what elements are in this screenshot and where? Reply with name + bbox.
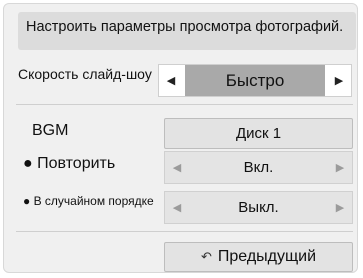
left-arrow-icon[interactable]: ◀ — [165, 152, 189, 183]
panel-title: Настроить параметры просмотра фотографий… — [26, 19, 344, 35]
slideshow-speed-value: Быстро — [185, 65, 325, 96]
shuffle-label: ● В случайном порядке — [23, 194, 154, 208]
bgm-label: BGM — [32, 122, 69, 139]
bgm-disk-button[interactable]: Диск 1 — [164, 118, 353, 149]
photo-settings-panel: Настроить параметры просмотра фотографий… — [3, 3, 358, 273]
right-arrow-icon[interactable]: ▶ — [328, 152, 352, 183]
shuffle-value: Выкл. — [238, 199, 279, 216]
left-arrow-icon[interactable]: ◀ — [159, 65, 183, 96]
repeat-label: ● Повторить — [23, 155, 116, 172]
repeat-selector[interactable]: ◀ Вкл. ▶ — [164, 151, 353, 184]
shuffle-selector[interactable]: ◀ Выкл. ▶ — [164, 191, 353, 224]
right-arrow-icon[interactable]: ▶ — [327, 65, 351, 96]
divider — [16, 231, 353, 232]
previous-button[interactable]: ↶ Предыдущий — [164, 242, 353, 272]
slideshow-speed-selector[interactable]: ◀ Быстро ▶ — [158, 64, 352, 97]
left-arrow-icon[interactable]: ◀ — [165, 192, 189, 223]
repeat-value: Вкл. — [243, 159, 274, 176]
right-arrow-icon[interactable]: ▶ — [328, 192, 352, 223]
previous-button-label: Предыдущий — [217, 248, 317, 265]
return-arrow-icon: ↶ — [200, 249, 212, 264]
panel-header: Настроить параметры просмотра фотографий… — [18, 12, 356, 50]
slideshow-speed-label: Скорость слайд-шоу — [18, 66, 152, 82]
divider — [16, 104, 353, 105]
